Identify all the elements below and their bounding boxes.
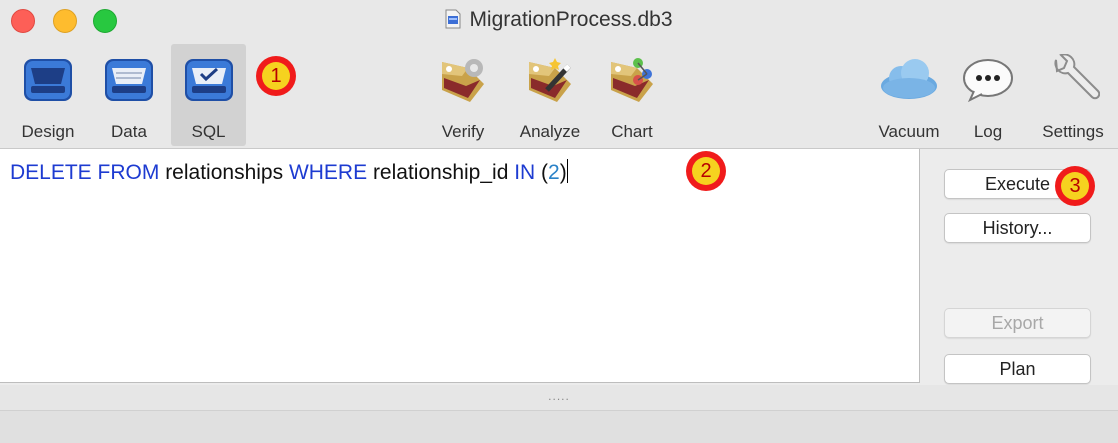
annotation-marker-2: 2 bbox=[686, 151, 726, 191]
annotation-marker-3: 3 bbox=[1055, 166, 1095, 206]
sql-open-paren: ( bbox=[535, 161, 549, 184]
toolbar-chart-label: Chart bbox=[611, 122, 653, 141]
annotation-marker-1: 1 bbox=[256, 56, 296, 96]
toolbar-design-label: Design bbox=[21, 122, 75, 141]
toolbar-settings-button[interactable]: Settings bbox=[1030, 44, 1116, 146]
action-panel: Execute History... Export Plan 3 bbox=[921, 149, 1118, 385]
toolbar-vacuum-label: Vacuum bbox=[878, 122, 940, 141]
toolbar-verify-label: Verify bbox=[441, 122, 485, 141]
sql-query-text[interactable]: DELETE FROM relationships WHERE relation… bbox=[10, 159, 568, 185]
text-caret bbox=[566, 159, 568, 183]
splitter-handle[interactable]: ..... bbox=[0, 385, 1118, 411]
toolbar-log-label: Log bbox=[973, 122, 1003, 141]
toolbar-chart-button[interactable]: Chart bbox=[598, 44, 666, 146]
analyze-icon bbox=[523, 54, 577, 113]
title-bar: MigrationProcess.db3 bbox=[0, 0, 1118, 38]
toolbar-design-button[interactable]: Design bbox=[8, 44, 88, 146]
toolbar-analyze-label: Analyze bbox=[519, 122, 581, 141]
data-icon bbox=[102, 54, 156, 109]
chart-icon bbox=[605, 54, 659, 113]
sql-table-name: relationships bbox=[159, 161, 289, 184]
wrench-icon bbox=[1046, 53, 1101, 113]
database-file-icon bbox=[445, 9, 461, 35]
verify-icon bbox=[436, 54, 490, 113]
export-button: Export bbox=[944, 308, 1091, 338]
history-button[interactable]: History... bbox=[944, 213, 1091, 243]
sql-close-paren: ) bbox=[559, 161, 567, 184]
sql-column-name: relationship_id bbox=[367, 161, 515, 184]
status-bar bbox=[0, 411, 1118, 443]
toolbar-verify-button[interactable]: Verify bbox=[428, 44, 498, 146]
window-title: MigrationProcess.db3 bbox=[469, 8, 673, 31]
plan-button[interactable]: Plan bbox=[944, 354, 1091, 384]
toolbar-sql-label: SQL bbox=[191, 122, 226, 141]
sql-number-literal: 2 bbox=[548, 161, 560, 184]
toolbar-sql-button[interactable]: SQL bbox=[171, 44, 246, 146]
toolbar: Design Data SQL 1 Verify Analyze Chart V… bbox=[0, 38, 1118, 149]
sql-keyword-where: WHERE bbox=[288, 161, 368, 184]
sql-icon bbox=[182, 54, 236, 109]
sql-editor[interactable]: DELETE FROM relationships WHERE relation… bbox=[0, 149, 920, 383]
toolbar-settings-label: Settings bbox=[1042, 122, 1104, 141]
cloud-icon bbox=[877, 54, 941, 109]
toolbar-log-button[interactable]: Log bbox=[958, 44, 1018, 146]
sql-keyword-in: IN bbox=[514, 161, 536, 184]
toolbar-vacuum-button[interactable]: Vacuum bbox=[862, 44, 956, 146]
design-icon bbox=[21, 54, 75, 109]
speech-bubble-icon bbox=[960, 54, 1016, 109]
toolbar-data-button[interactable]: Data bbox=[94, 44, 164, 146]
toolbar-data-label: Data bbox=[111, 122, 147, 141]
sql-keyword-delete-from: DELETE FROM bbox=[10, 161, 160, 184]
window-title-container: MigrationProcess.db3 bbox=[0, 8, 1118, 35]
toolbar-analyze-button[interactable]: Analyze bbox=[506, 44, 594, 146]
